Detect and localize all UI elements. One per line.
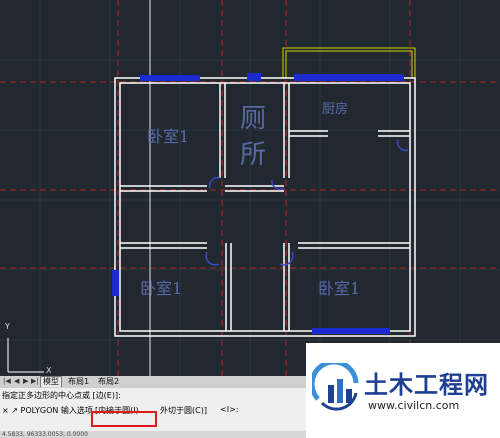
highlight-box bbox=[91, 411, 157, 427]
tab-first-arrow-icon[interactable]: |◀ bbox=[3, 377, 11, 385]
floor-plan-drawing bbox=[0, 0, 500, 376]
tab-layout2[interactable]: 布局2 bbox=[96, 377, 121, 387]
room-label-bedroom-bottom-right: 卧室1 bbox=[318, 279, 361, 298]
grid-lines bbox=[0, 0, 500, 376]
option-circumscribed[interactable]: 外切于圆(C)] bbox=[160, 405, 207, 416]
command-input-line[interactable]: × ↗ POLYGON 输入选项 bbox=[2, 405, 93, 416]
tab-last-arrow-icon[interactable]: ▶| bbox=[31, 377, 39, 385]
tab-model[interactable]: 模型 bbox=[40, 376, 62, 387]
ucs-x-label: X bbox=[46, 366, 52, 375]
room-label-bedroom-bottom-left: 卧室1 bbox=[140, 279, 183, 298]
watermark-url: www.civilcn.com bbox=[368, 399, 460, 412]
room-label-toilet-top: 厕 bbox=[240, 104, 267, 134]
watermark-title: 土木工程网 bbox=[364, 371, 489, 399]
command-close-icon[interactable]: × bbox=[2, 406, 9, 415]
tab-prev-arrow-icon[interactable]: ◀ bbox=[14, 377, 19, 385]
door-swings bbox=[205, 139, 409, 266]
balcony-outline bbox=[282, 47, 416, 79]
ucs-icon bbox=[7, 338, 44, 373]
command-recent-icon[interactable]: ↗ bbox=[11, 406, 18, 415]
watermark-logo: 土木工程网 www.civilcn.com bbox=[306, 343, 500, 438]
command-default-value: <I>: bbox=[220, 405, 239, 414]
room-label-toilet-bottom: 所 bbox=[240, 140, 267, 170]
room-label-bedroom-top: 卧室1 bbox=[147, 127, 190, 146]
room-label-kitchen: 厨房 bbox=[322, 102, 349, 117]
command-prompt: POLYGON 输入选项 bbox=[20, 406, 93, 415]
civilcn-logo-icon bbox=[312, 363, 359, 411]
tab-layout1[interactable]: 布局1 bbox=[66, 377, 91, 387]
ucs-y-label: Y bbox=[5, 322, 10, 331]
layout-tab-bar: |◀ ◀ ▶ ▶| 模型 布局1 布局2 bbox=[0, 376, 310, 388]
cursor-coordinates: 4.5833, 96333.0053, 0.0000 bbox=[2, 431, 88, 438]
drawing-canvas[interactable]: 卧室1 厕 所 厨房 卧室1 卧室1 Y X bbox=[0, 0, 500, 376]
command-history-line: 指定正多边形的中心点或 [边(E)]: bbox=[2, 391, 121, 400]
tab-next-arrow-icon[interactable]: ▶ bbox=[23, 377, 28, 385]
